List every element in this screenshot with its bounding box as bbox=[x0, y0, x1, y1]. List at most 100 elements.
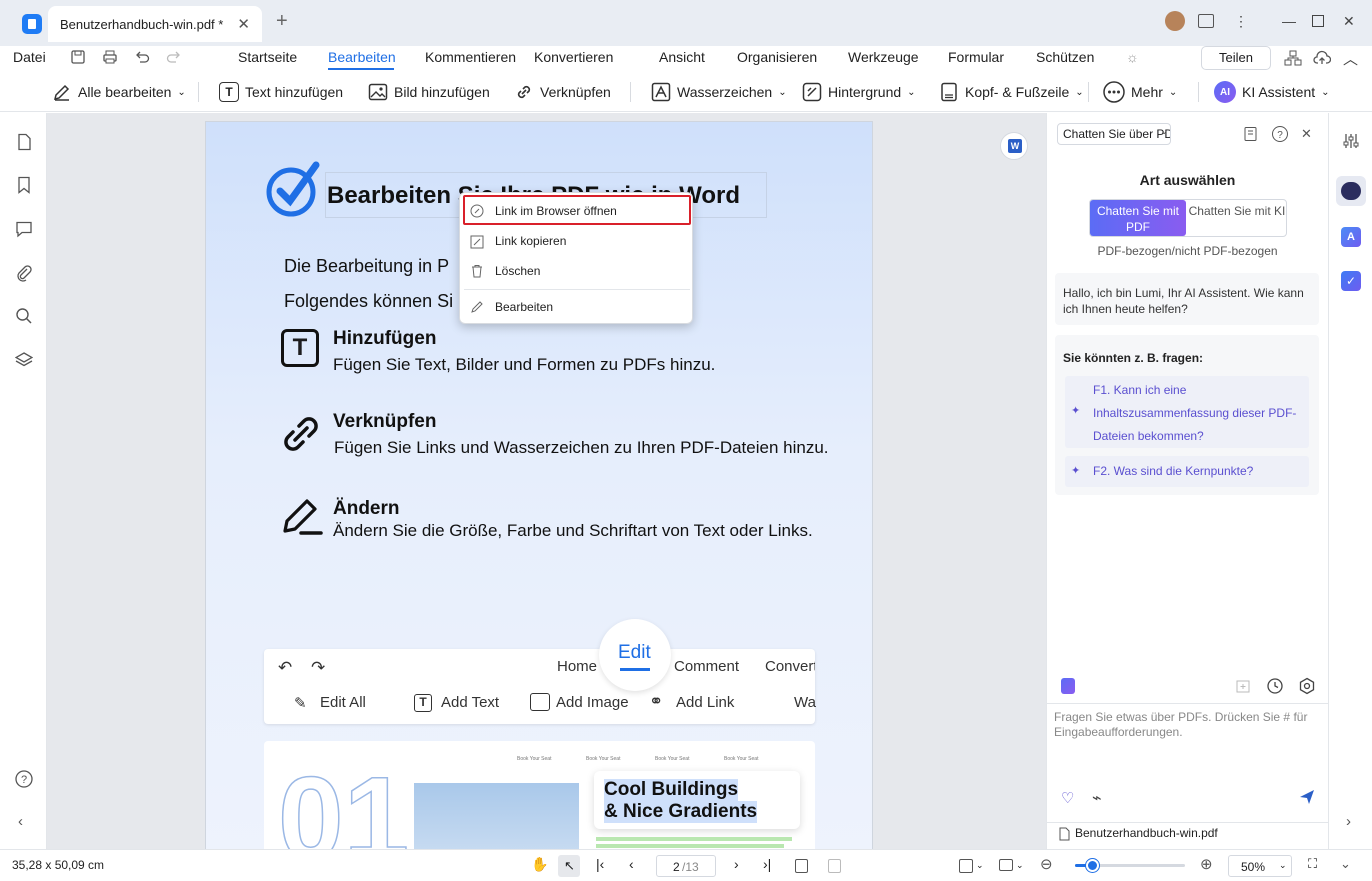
attach-file-icon[interactable]: ⌁ bbox=[1092, 788, 1102, 808]
tab-schuetzen[interactable]: Schützen bbox=[1036, 49, 1094, 65]
redo-icon[interactable] bbox=[166, 49, 182, 65]
chevron-down-icon[interactable]: ⌄ bbox=[976, 860, 984, 871]
rotate-view-icon[interactable] bbox=[795, 859, 808, 873]
add-text-button[interactable]: T Text hinzufügen bbox=[219, 82, 343, 102]
tab-bearbeiten[interactable]: Bearbeiten bbox=[328, 49, 396, 65]
close-window-icon[interactable]: ✕ bbox=[1343, 13, 1355, 30]
background-button[interactable]: Hintergrund ⌄ bbox=[802, 82, 916, 102]
crop-view-icon[interactable] bbox=[828, 859, 841, 873]
feedback-icon[interactable] bbox=[1198, 14, 1214, 28]
share-button[interactable]: Teilen bbox=[1201, 46, 1271, 70]
menu-file[interactable]: Datei bbox=[13, 49, 46, 65]
document-tab[interactable]: Benutzerhandbuch-win.pdf * ✕ bbox=[48, 6, 262, 42]
page-number-input[interactable]: 2 /13 bbox=[656, 855, 716, 877]
question-1-text: F1. Kann ich eine Inhaltszusammenfassung… bbox=[1093, 383, 1297, 443]
bookmark-icon[interactable] bbox=[15, 176, 33, 194]
translate-icon[interactable]: A bbox=[1341, 227, 1361, 247]
new-chat-icon[interactable] bbox=[1235, 678, 1251, 694]
menu-copy-link[interactable]: Link kopieren bbox=[495, 234, 566, 248]
menu-open-link-in-browser[interactable]: Link im Browser öffnen bbox=[495, 204, 617, 218]
undo-icon[interactable] bbox=[134, 49, 150, 65]
inner-highlight-text bbox=[596, 844, 784, 848]
suggested-question-1[interactable]: ✦ F1. Kann ich eine Inhaltszusammenfassu… bbox=[1065, 376, 1309, 448]
page-thumbnail-icon[interactable] bbox=[15, 133, 33, 151]
edit-all-button[interactable]: Alle bearbeiten ⌄ bbox=[52, 82, 186, 102]
add-image-button[interactable]: Bild hinzufügen bbox=[368, 82, 490, 102]
prompt-library-icon[interactable] bbox=[1061, 678, 1075, 694]
ai-robot-button[interactable] bbox=[1336, 176, 1366, 206]
notes-icon[interactable] bbox=[1243, 126, 1259, 142]
collapse-ribbon-icon[interactable]: ︿ bbox=[1343, 48, 1358, 69]
tab-kommentieren[interactable]: Kommentieren bbox=[425, 49, 516, 65]
lightbulb-icon[interactable]: ☼ bbox=[1126, 49, 1139, 65]
more-button[interactable]: Mehr ⌄ bbox=[1103, 81, 1177, 103]
help-circle-icon[interactable]: ? bbox=[1271, 125, 1289, 143]
header-footer-button[interactable]: Kopf- & Fußzeile ⌄ bbox=[939, 82, 1084, 102]
zoom-in-icon[interactable]: ⊕ bbox=[1200, 855, 1213, 873]
bulb-prompt-icon[interactable]: ♡ bbox=[1061, 789, 1074, 807]
next-page-icon[interactable]: › bbox=[734, 856, 739, 872]
maximize-icon[interactable] bbox=[1312, 15, 1324, 27]
cloud-upload-icon[interactable] bbox=[1313, 50, 1331, 66]
properties-sliders-icon[interactable] bbox=[1342, 132, 1360, 150]
chat-input[interactable]: Fragen Sie etwas über PDFs. Drücken Sie … bbox=[1054, 710, 1320, 740]
mode-chat-with-ki[interactable]: Chatten Sie mit KI bbox=[1188, 200, 1286, 236]
inner-card-line-2: & Nice Gradients bbox=[604, 801, 758, 823]
section-desc-add: Fügen Sie Text, Bilder und Formen zu PDF… bbox=[333, 355, 716, 374]
tab-konvertieren[interactable]: Konvertieren bbox=[534, 49, 613, 65]
help-icon[interactable]: ? bbox=[15, 770, 33, 788]
menu-delete[interactable]: Löschen bbox=[495, 264, 540, 278]
more-options-icon[interactable]: ⋮ bbox=[1234, 13, 1248, 30]
save-icon[interactable] bbox=[70, 49, 86, 65]
connect-icon[interactable] bbox=[1284, 50, 1302, 66]
history-icon[interactable] bbox=[1266, 677, 1284, 695]
chat-type-select[interactable]: Chatten Sie über PDF bbox=[1057, 123, 1171, 145]
check-task-icon[interactable]: ✓ bbox=[1341, 271, 1361, 291]
inner-building-image bbox=[414, 783, 579, 849]
user-avatar[interactable] bbox=[1165, 11, 1185, 31]
first-page-icon[interactable]: |‹ bbox=[596, 856, 604, 872]
sparkle-icon: ✦ bbox=[1071, 465, 1081, 477]
close-tab-icon[interactable]: ✕ bbox=[237, 15, 250, 33]
search-icon[interactable] bbox=[15, 307, 33, 325]
toolbar-divider bbox=[630, 82, 631, 102]
mode-chat-with-pdf[interactable]: Chatten Sie mit PDF bbox=[1090, 200, 1186, 236]
ai-assistant-button[interactable]: AI KI Assistent ⌄ bbox=[1214, 81, 1330, 103]
page-layout-icon[interactable] bbox=[999, 859, 1013, 871]
minimize-icon[interactable]: — bbox=[1282, 13, 1296, 29]
prev-page-icon[interactable]: ‹ bbox=[629, 856, 634, 872]
comment-icon[interactable] bbox=[15, 220, 33, 238]
tab-organisieren[interactable]: Organisieren bbox=[737, 49, 817, 65]
tab-startseite[interactable]: Startseite bbox=[238, 49, 297, 65]
link-context-menu: Link im Browser öffnen Link kopieren Lös… bbox=[459, 192, 693, 324]
watermark-button[interactable]: Wasserzeichen ⌄ bbox=[651, 82, 787, 102]
menu-edit[interactable]: Bearbeiten bbox=[495, 300, 553, 314]
collapse-status-icon[interactable]: ⌄ bbox=[1340, 856, 1351, 872]
close-panel-icon[interactable]: ✕ bbox=[1301, 126, 1312, 142]
expand-panel-icon[interactable]: › bbox=[1346, 813, 1351, 830]
word-convert-button[interactable]: W bbox=[1000, 132, 1028, 160]
chevron-down-icon[interactable]: ⌄ bbox=[1016, 860, 1024, 871]
tab-formular[interactable]: Formular bbox=[948, 49, 1004, 65]
last-page-icon[interactable]: ›| bbox=[763, 856, 771, 872]
fullscreen-icon[interactable]: ⛶ bbox=[1308, 856, 1317, 872]
zoom-select[interactable]: 50% ⌄ bbox=[1228, 855, 1292, 877]
zoom-out-icon[interactable]: ⊖ bbox=[1040, 855, 1053, 873]
link-button[interactable]: Verknüpfen bbox=[514, 82, 611, 102]
print-icon[interactable] bbox=[102, 49, 118, 65]
zoom-slider[interactable] bbox=[1075, 859, 1185, 872]
settings-icon[interactable] bbox=[1298, 677, 1316, 695]
layers-icon[interactable] bbox=[15, 351, 33, 369]
zoom-slider-thumb[interactable] bbox=[1085, 859, 1099, 872]
suggested-question-2[interactable]: ✦ F2. Was sind die Kernpunkte? bbox=[1065, 456, 1309, 487]
new-tab-button[interactable]: + bbox=[276, 11, 288, 31]
tab-ansicht[interactable]: Ansicht bbox=[659, 49, 705, 65]
tab-werkzeuge[interactable]: Werkzeuge bbox=[848, 49, 919, 65]
page-fit-icon[interactable] bbox=[959, 859, 973, 873]
collapse-sidebar-icon[interactable]: ‹ bbox=[18, 813, 23, 830]
attachment-icon[interactable] bbox=[15, 264, 33, 282]
send-icon[interactable] bbox=[1298, 788, 1316, 806]
select-tool-button[interactable]: ↖ bbox=[558, 855, 580, 877]
chevron-down-icon[interactable]: ⌄ bbox=[1160, 126, 1168, 137]
hand-tool-icon[interactable]: ✋ bbox=[531, 856, 548, 873]
